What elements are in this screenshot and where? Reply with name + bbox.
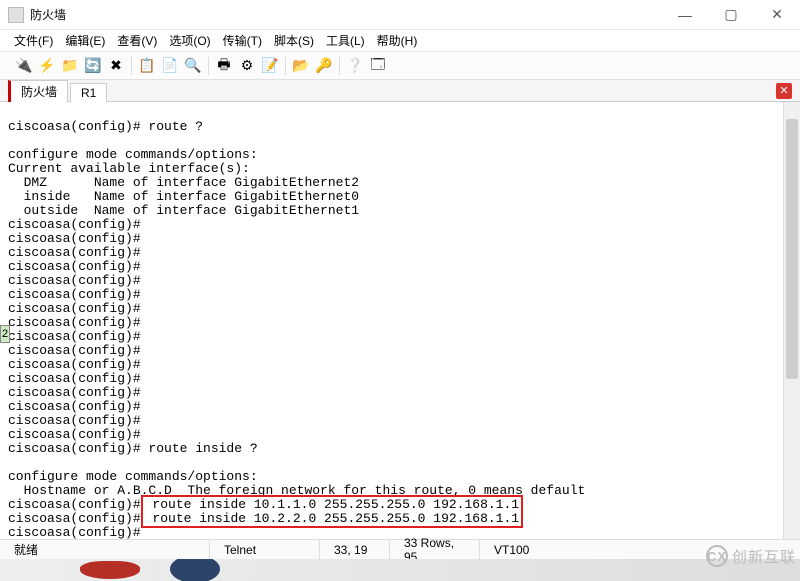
- paste-icon[interactable]: 📄: [160, 56, 180, 76]
- help-icon[interactable]: ❔: [345, 56, 365, 76]
- maximize-button[interactable]: ▢: [708, 0, 754, 29]
- watermark: CX 创新互联: [706, 545, 796, 567]
- status-ready: 就绪: [0, 540, 210, 559]
- status-terminal: VT100: [480, 540, 543, 559]
- menu-options[interactable]: 选项(O): [169, 32, 210, 49]
- menu-tools[interactable]: 工具(L): [326, 32, 365, 49]
- terminal-output: ciscoasa(config)# route ? configure mode…: [8, 120, 798, 540]
- quick-connect-icon[interactable]: ⚡: [37, 56, 57, 76]
- tab-r1[interactable]: R1: [70, 83, 107, 102]
- toolbar: 🔌 ⚡ 📁 🔄 ✖ 📋 📄 🔍 🖶 ⚙ 📝 📂 🔑 ❔ 🗔: [0, 52, 800, 80]
- close-button[interactable]: ✕: [754, 0, 800, 29]
- toolbar-separator: [285, 57, 286, 75]
- disconnect-icon[interactable]: ✖: [106, 56, 126, 76]
- key-icon[interactable]: 🔑: [314, 56, 334, 76]
- connect-icon[interactable]: 🔌: [14, 56, 34, 76]
- folder-icon[interactable]: 📂: [291, 56, 311, 76]
- print-icon[interactable]: 🖶: [214, 56, 234, 76]
- titlebar: 防火墙 — ▢ ✕: [0, 0, 800, 30]
- find-icon[interactable]: 🔍: [183, 56, 203, 76]
- menu-view[interactable]: 查看(V): [117, 32, 157, 49]
- open-icon[interactable]: 📁: [60, 56, 80, 76]
- statusbar: 就绪 Telnet 33, 19 33 Rows, 95 VT100: [0, 539, 800, 559]
- scroll-thumb[interactable]: [786, 119, 798, 379]
- toolbar-separator: [339, 57, 340, 75]
- status-size: 33 Rows, 95: [390, 540, 480, 559]
- menu-file[interactable]: 文件(F): [14, 32, 53, 49]
- status-connection: Telnet: [210, 540, 320, 559]
- menu-edit[interactable]: 编辑(E): [65, 32, 105, 49]
- settings-icon[interactable]: ⚙: [237, 56, 257, 76]
- tab-close-icon[interactable]: ✕: [776, 83, 792, 99]
- menu-transfer[interactable]: 传输(T): [223, 32, 262, 49]
- menubar: 文件(F) 编辑(E) 查看(V) 选项(O) 传输(T) 脚本(S) 工具(L…: [0, 30, 800, 52]
- watermark-text: 创新互联: [732, 546, 796, 567]
- side-marker: 2: [0, 325, 10, 343]
- log-icon[interactable]: 📝: [260, 56, 280, 76]
- menu-help[interactable]: 帮助(H): [377, 32, 418, 49]
- tabbar: 防火墙 R1 ✕: [0, 80, 800, 102]
- menu-script[interactable]: 脚本(S): [274, 32, 314, 49]
- copy-icon[interactable]: 📋: [137, 56, 157, 76]
- toolbar-separator: [208, 57, 209, 75]
- reconnect-icon[interactable]: 🔄: [83, 56, 103, 76]
- watermark-icon: CX: [706, 545, 728, 567]
- app-icon: [8, 7, 24, 23]
- tab-firewall[interactable]: 防火墙: [8, 80, 68, 102]
- minimize-button[interactable]: —: [662, 0, 708, 29]
- terminal[interactable]: ciscoasa(config)# route ? configure mode…: [0, 102, 800, 559]
- toolbar-separator: [131, 57, 132, 75]
- toolbar-icon[interactable]: 🗔: [368, 56, 388, 76]
- status-position: 33, 19: [320, 540, 390, 559]
- scrollbar[interactable]: ▲ ▼: [783, 102, 800, 559]
- bottom-decoration: [0, 559, 800, 581]
- window-title: 防火墙: [30, 6, 662, 23]
